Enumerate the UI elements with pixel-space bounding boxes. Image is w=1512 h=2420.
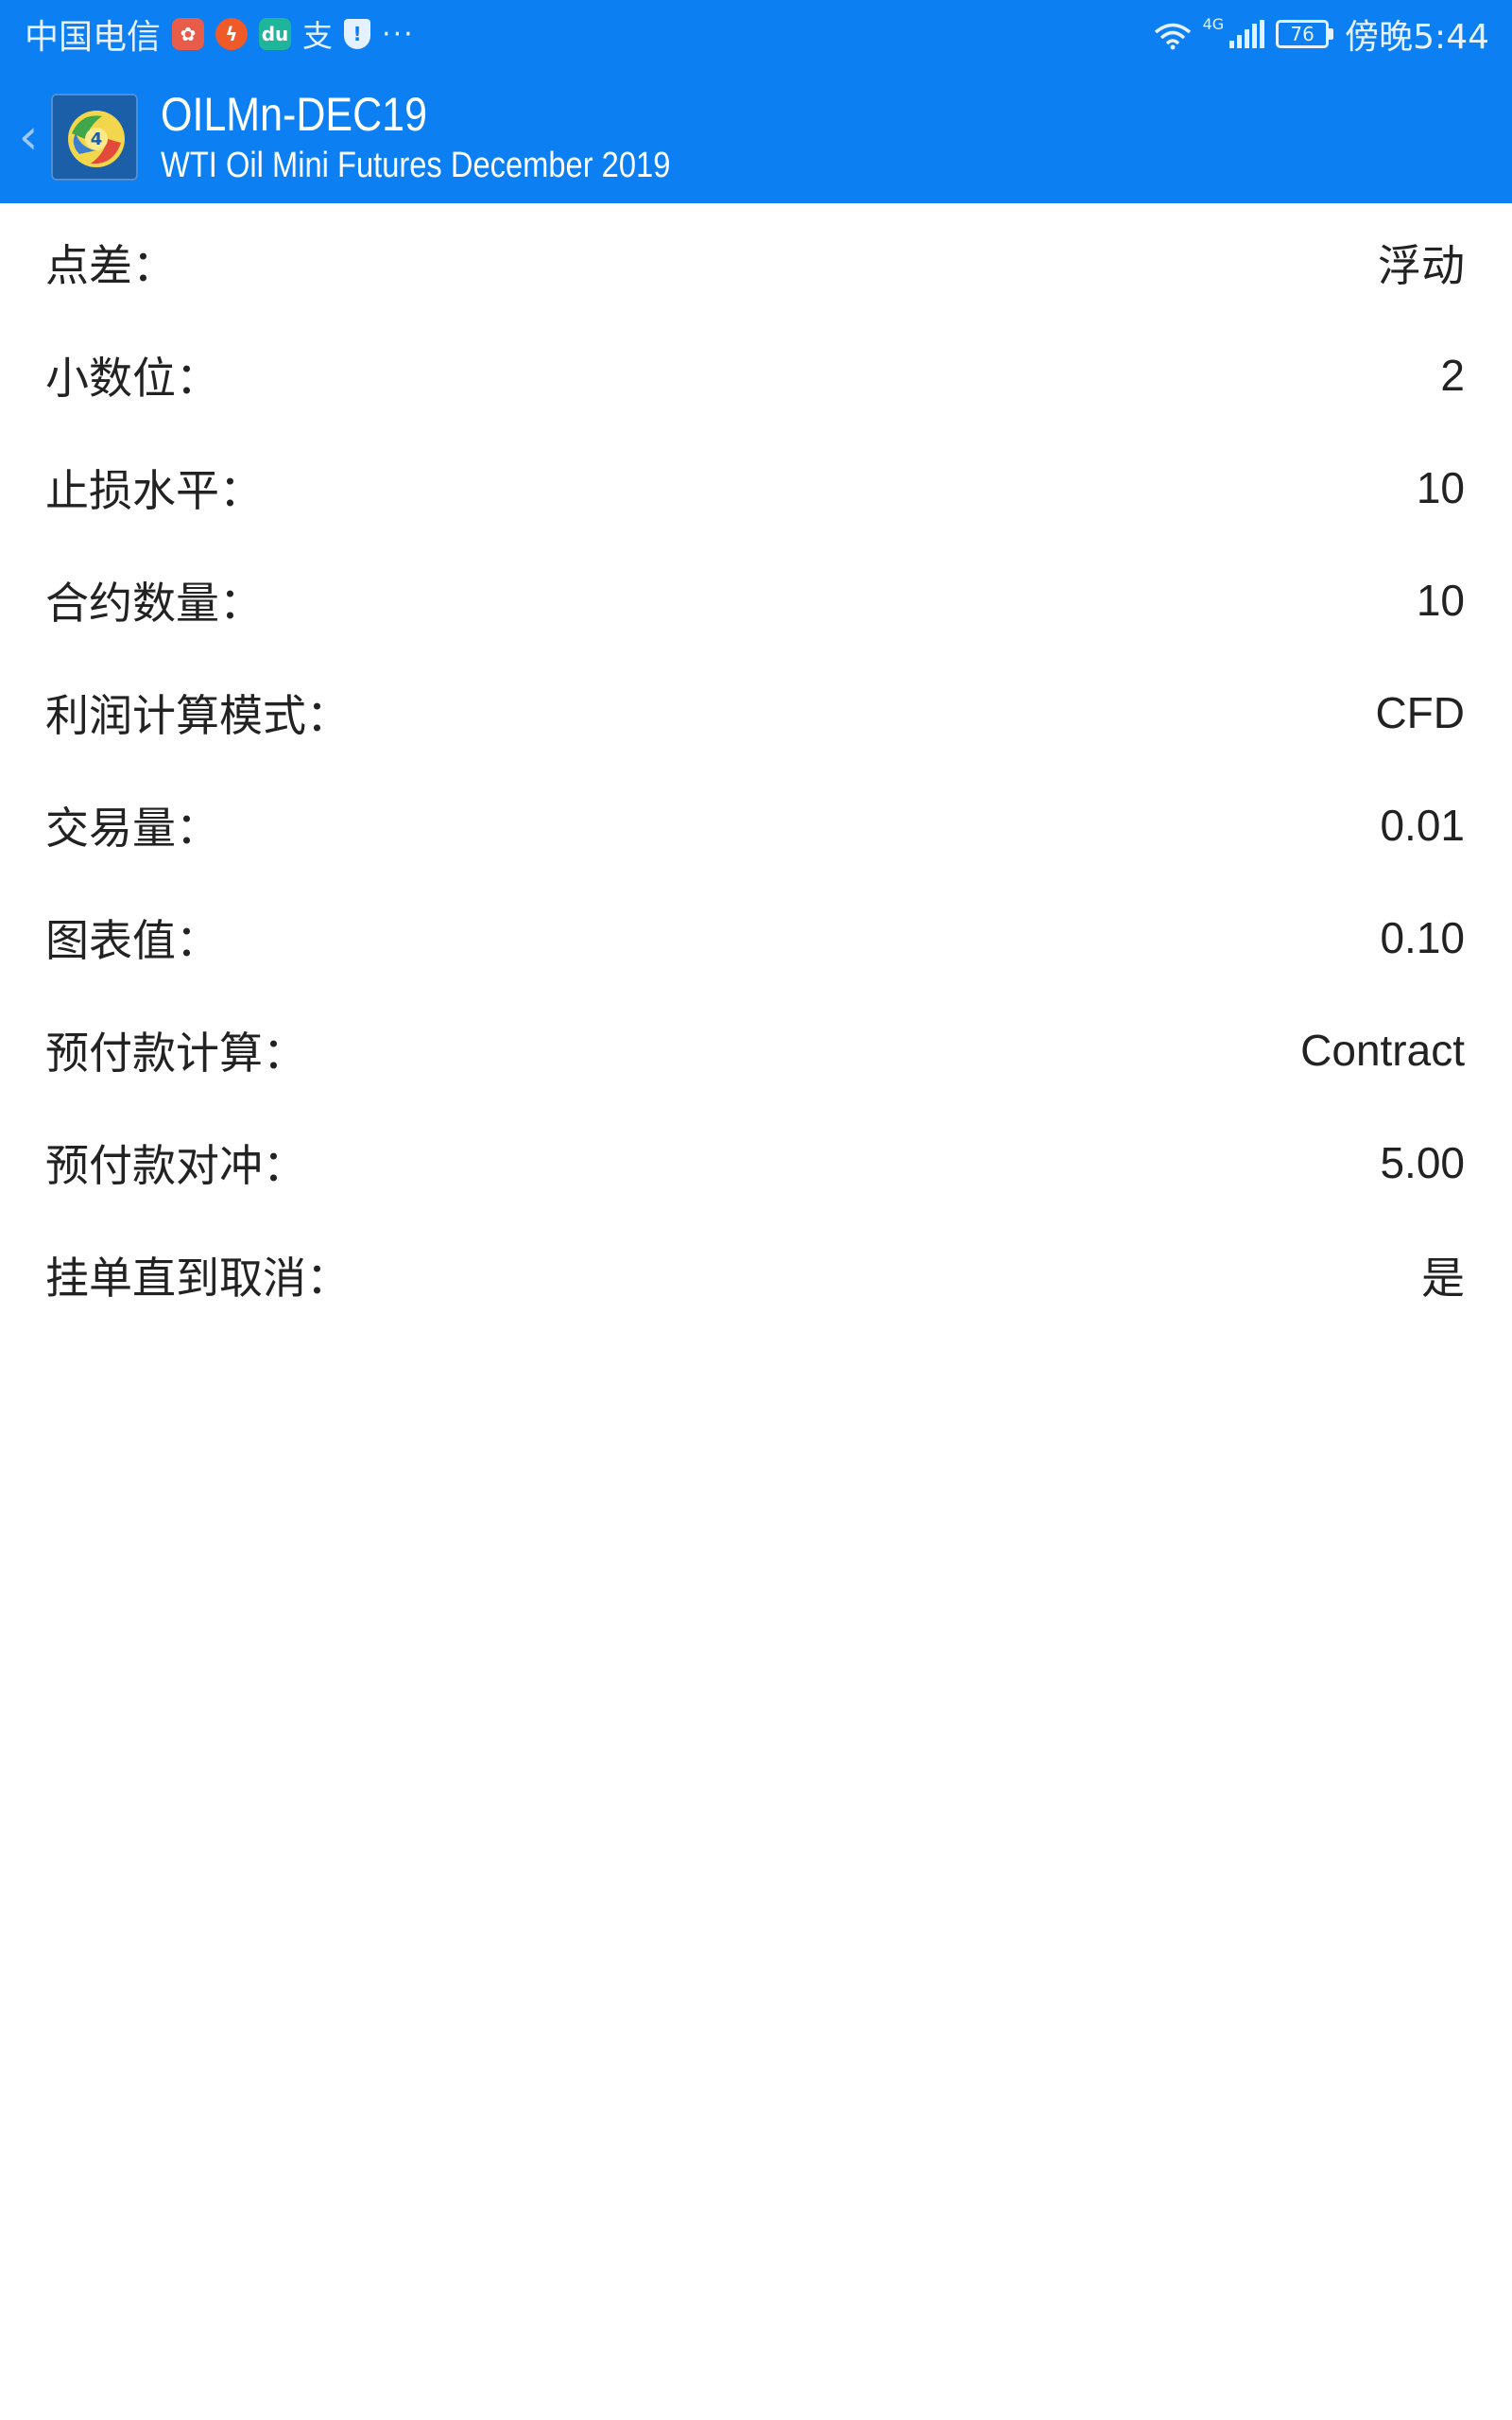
battery-level: 76 (1276, 20, 1330, 48)
symbol-description: WTI Oil Mini Futures December 2019 (161, 146, 671, 185)
spec-label: 合约数量： (45, 577, 263, 629)
spec-label: 交易量： (45, 802, 219, 854)
back-arrow-icon[interactable]: ‹ (9, 109, 47, 165)
battery-icon: 76 (1276, 20, 1334, 48)
spec-row-margin-calc: 预付款计算： Contract (0, 994, 1512, 1106)
spec-row-spread: 点差： 浮动 (0, 206, 1512, 319)
spec-label: 止损水平： (45, 464, 263, 516)
spec-value: 10 (1416, 575, 1465, 625)
du-icon: du (259, 18, 292, 50)
spec-value: 0.01 (1380, 800, 1465, 850)
spec-row-margin-hedge: 预付款对冲： 5.00 (0, 1106, 1512, 1219)
spec-value: 2 (1440, 350, 1465, 400)
signal-strength-icon (1229, 20, 1265, 48)
app-header: 中国电信 ✿ ϟ du 支 ! ··· 4G 76 傍晚5:44 ‹ 4 OIL… (0, 0, 1512, 203)
spec-row-contract-size: 合约数量： 10 (0, 544, 1512, 656)
toolbar-titles: OILMn-DEC19 WTI Oil Mini Futures Decembe… (161, 86, 753, 188)
flash-icon: ϟ (215, 18, 249, 50)
spec-label: 利润计算模式： (45, 689, 350, 741)
spec-row-gtc-orders: 挂单直到取消： 是 (0, 1219, 1512, 1331)
spec-value: 5.00 (1380, 1137, 1465, 1187)
network-type-label: 4G (1202, 15, 1225, 33)
spec-row-tick-value: 图表值： 0.10 (0, 881, 1512, 994)
wifi-icon (1154, 20, 1192, 50)
svg-text:4: 4 (91, 130, 103, 149)
spec-label: 小数位： (45, 352, 219, 404)
spec-row-profit-mode: 利润计算模式： CFD (0, 656, 1512, 769)
spec-row-stops-level: 止损水平： 10 (0, 431, 1512, 544)
status-bar: 中国电信 ✿ ϟ du 支 ! ··· 4G 76 傍晚5:44 (0, 0, 1512, 68)
status-bar-left: 中国电信 ✿ ϟ du 支 ! ··· (25, 9, 415, 59)
spec-value: 10 (1416, 462, 1465, 512)
symbol-title: OILMn-DEC19 (161, 88, 427, 141)
symbol-spec-list: 点差： 浮动 小数位： 2 止损水平： 10 合约数量： 10 利润计算模式： … (0, 206, 1512, 1331)
spec-value: CFD (1375, 687, 1465, 737)
spec-label: 点差： (45, 239, 176, 291)
weibo-icon: ✿ (172, 18, 205, 50)
spec-label: 预付款对冲： (45, 1139, 306, 1191)
spec-label: 挂单直到取消： (45, 1252, 350, 1304)
spec-value: 是 (1421, 1253, 1465, 1303)
spec-label: 图表值： (45, 914, 219, 966)
carrier-name: 中国电信 (25, 18, 162, 57)
alipay-icon: 支 (302, 18, 334, 54)
spec-value: Contract (1300, 1025, 1465, 1075)
clock: 傍晚5:44 (1345, 18, 1489, 57)
status-bar-right: 4G 76 傍晚5:44 (1154, 9, 1489, 59)
shield-icon: ! (344, 19, 371, 49)
spec-row-digits: 小数位： 2 (0, 319, 1512, 431)
metatrader-logo-icon[interactable]: 4 (51, 94, 138, 181)
spec-value: 0.10 (1380, 912, 1465, 962)
spec-value: 浮动 (1378, 240, 1465, 290)
spec-row-volume: 交易量： 0.01 (0, 769, 1512, 881)
more-notifications-icon: ··· (382, 17, 415, 51)
spec-label: 预付款计算： (45, 1027, 306, 1079)
toolbar: ‹ 4 OILMn-DEC19 WTI Oil Mini Futures Dec… (0, 76, 1512, 199)
